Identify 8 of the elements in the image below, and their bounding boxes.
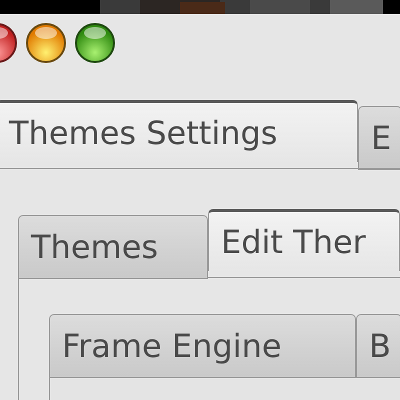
tab[interactable]: Themes Settings	[0, 100, 358, 162]
tab[interactable]: E	[358, 106, 400, 170]
tab[interactable]: Edit Ther	[208, 209, 400, 271]
minimize-icon[interactable]	[26, 23, 66, 63]
tab[interactable]: B	[356, 314, 400, 378]
tab[interactable]: Frame Engine	[49, 314, 356, 378]
tab[interactable]: Themes	[18, 215, 208, 279]
maximize-icon[interactable]	[75, 23, 115, 63]
